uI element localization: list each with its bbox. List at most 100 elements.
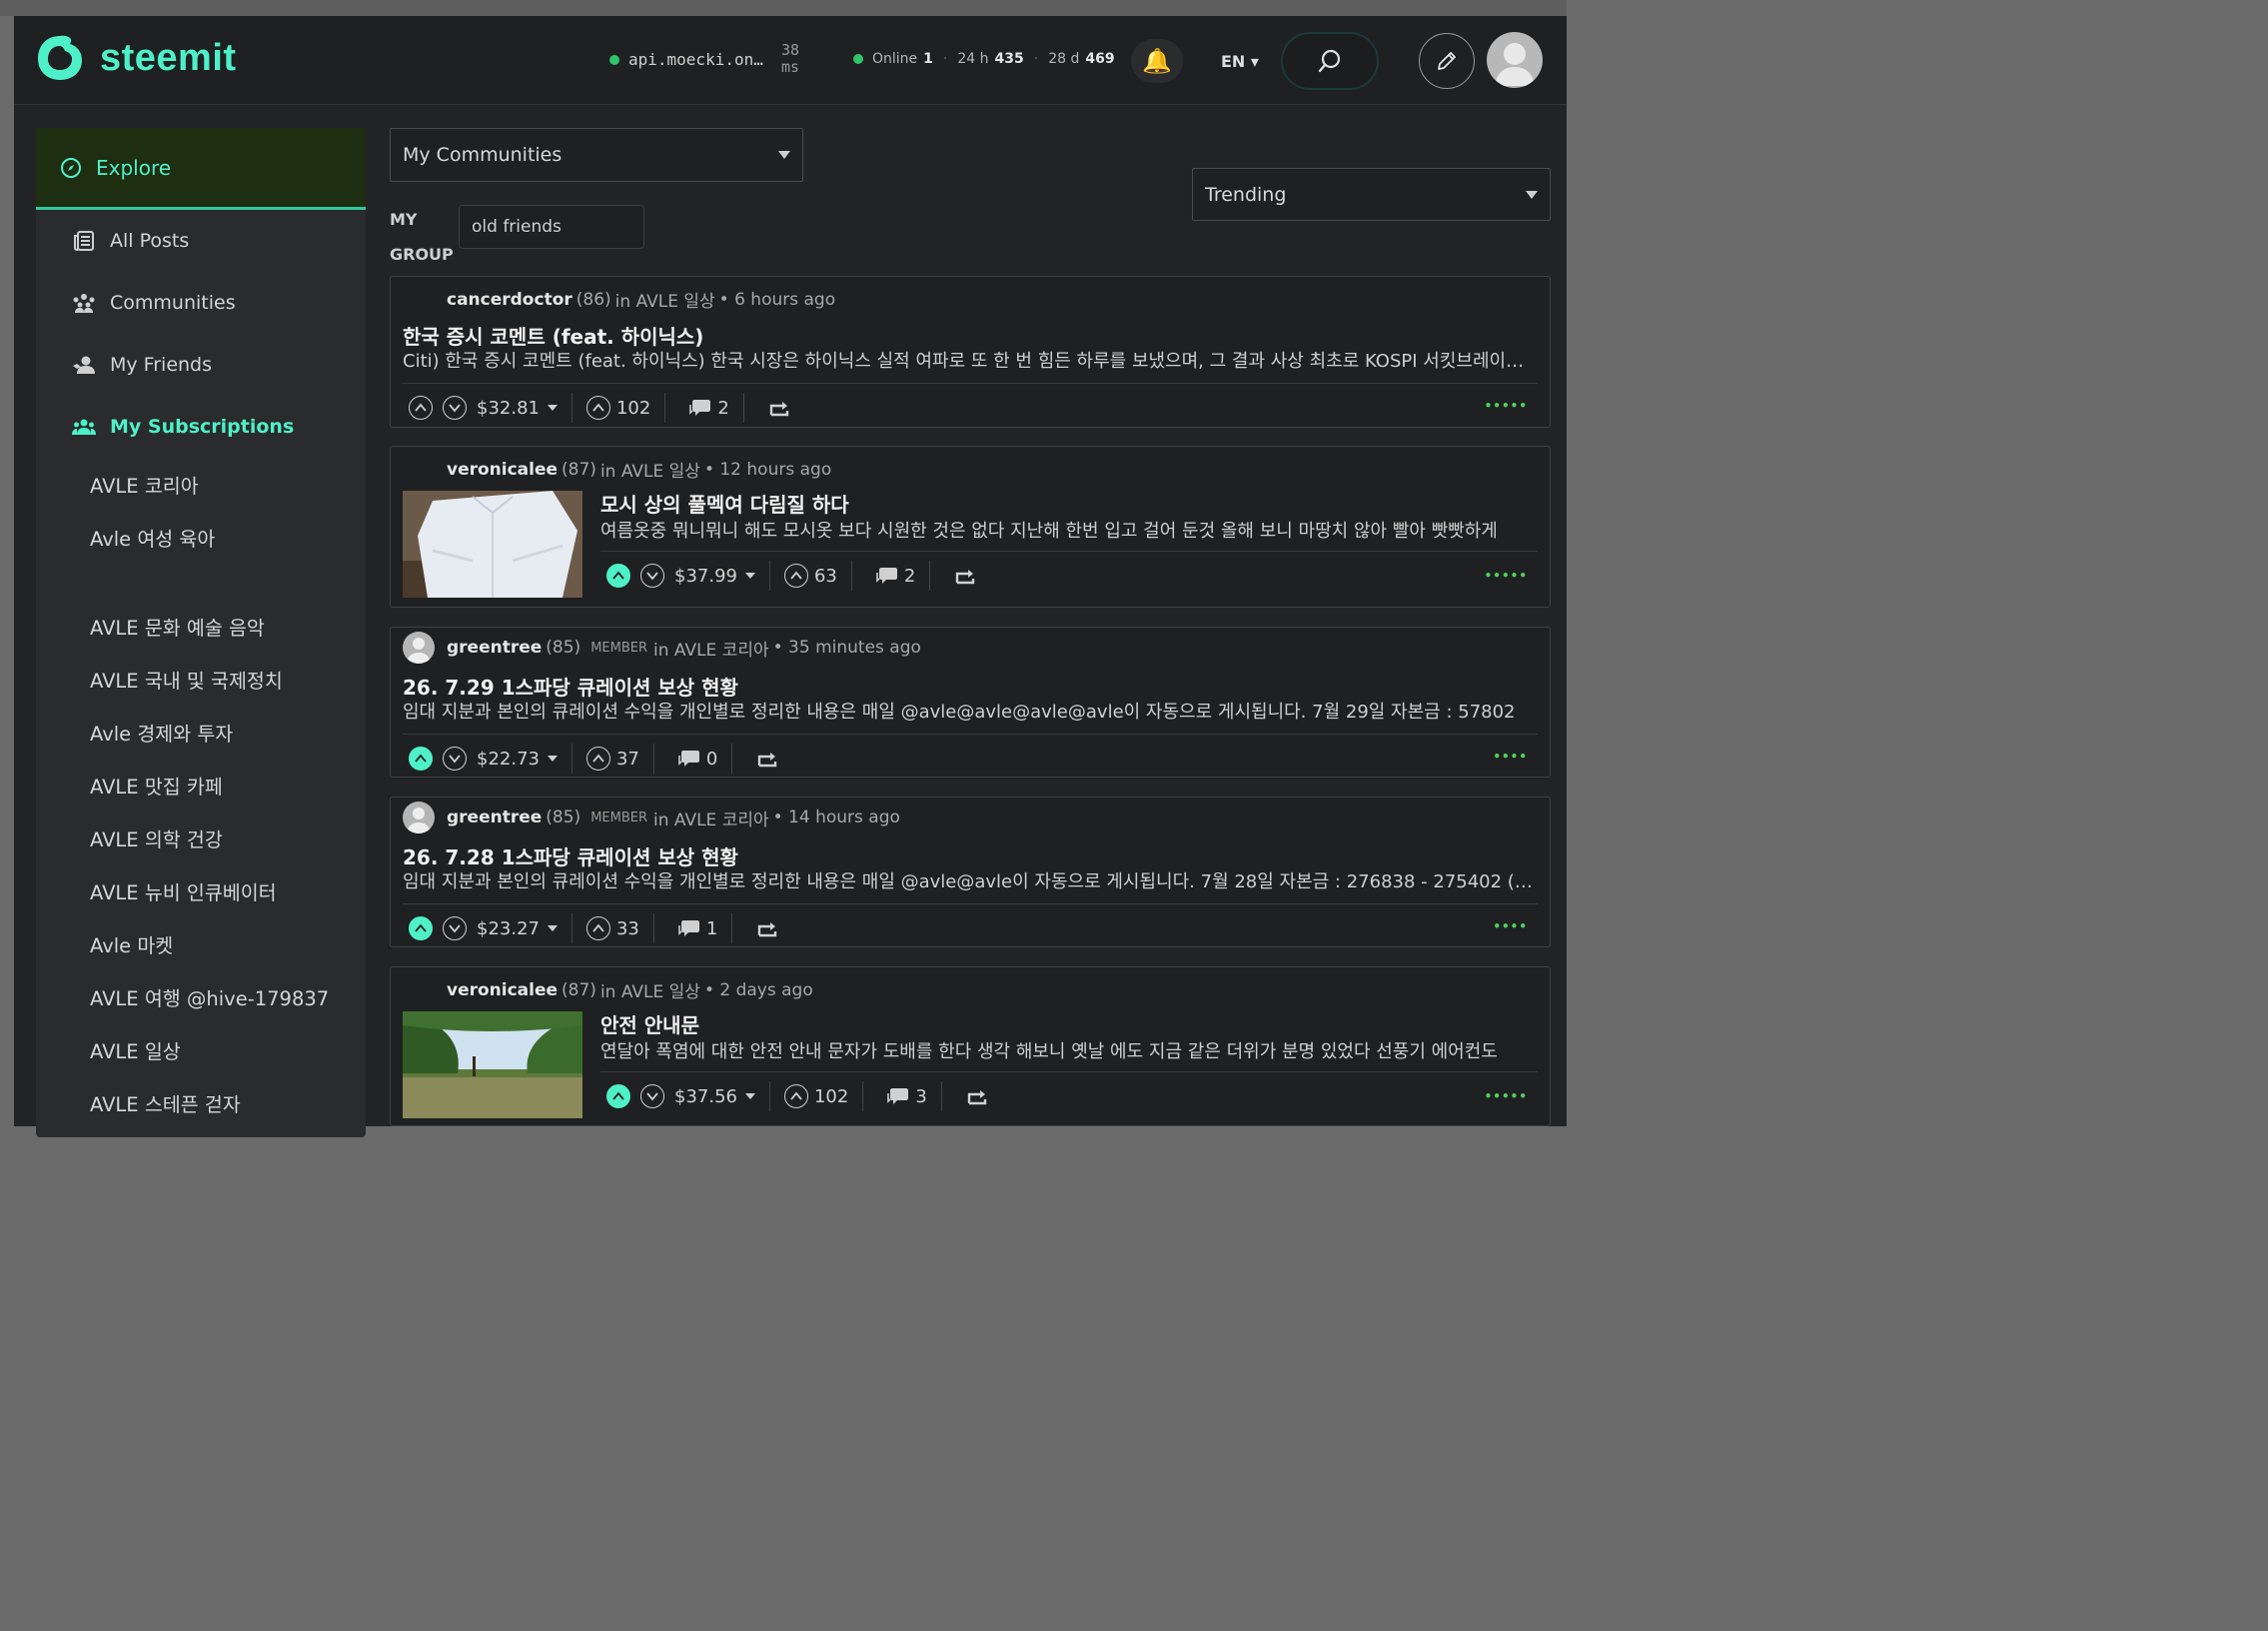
sidebar-item-all-posts[interactable]: All Posts <box>36 210 366 272</box>
post-card[interactable]: cancerdoctor (86) in AVLE 일상 • 6 hours ago 한… <box>390 276 1551 428</box>
user-avatar[interactable] <box>1487 32 1543 88</box>
post-thumbnail[interactable] <box>403 1011 582 1118</box>
api-node-status[interactable]: api.moecki.on… <box>609 50 763 69</box>
post-excerpt[interactable]: 임대 지분과 본인의 큐레이션 수익을 개인별로 정리한 내용은 매일 @avl… <box>403 867 1538 893</box>
downvote-button[interactable] <box>443 747 467 771</box>
notifications-button[interactable]: 🔔 <box>1131 39 1183 83</box>
sidebar-subscription-item[interactable]: AVLE 의학 건강 <box>36 812 366 864</box>
comment-count[interactable]: 2 <box>717 398 728 419</box>
payout-value[interactable]: $37.56 <box>674 1086 737 1107</box>
payout-value[interactable]: $32.81 <box>477 398 540 419</box>
post-card[interactable]: greentree (85) MEMBER in AVLE 코리아 • 35 minut… <box>390 627 1551 778</box>
post-title[interactable]: 한국 증시 코멘트 (feat. 하이닉스) <box>403 321 703 350</box>
comment-icon[interactable] <box>876 566 898 586</box>
payout-dropdown-icon[interactable] <box>547 756 558 762</box>
post-author[interactable]: greentree <box>447 808 542 827</box>
sidebar-subscription-item[interactable]: AVLE 국내 및 국제정치 <box>36 653 366 706</box>
post-author[interactable]: cancerdoctor <box>447 290 572 310</box>
comment-icon[interactable] <box>678 918 700 938</box>
payout-dropdown-icon[interactable] <box>547 405 558 411</box>
reblog-icon[interactable] <box>768 399 790 417</box>
more-options-icon[interactable]: ••••• <box>1485 399 1528 413</box>
more-options-icon[interactable]: ••••• <box>1485 569 1528 583</box>
downvote-button[interactable] <box>640 1084 664 1108</box>
downvote-button[interactable] <box>640 564 664 588</box>
sidebar-subscription-item[interactable]: AVLE 스테픈 걷자 <box>36 1076 366 1129</box>
community-select[interactable]: My Communities <box>390 128 803 182</box>
vote-count[interactable]: 63 <box>814 566 837 587</box>
post-title[interactable]: 모시 상의 풀멕여 다림질 하다 <box>600 489 849 518</box>
post-card[interactable]: greentree (85) MEMBER in AVLE 코리아 • 14 hours… <box>390 797 1551 947</box>
comment-count[interactable]: 3 <box>915 1086 926 1107</box>
post-excerpt[interactable]: 여름옷중 뭐니뭐니 해도 모시옷 보다 시원한 것은 없다 지난해 한번 입고 … <box>600 517 1538 543</box>
payout-dropdown-icon[interactable] <box>744 573 755 579</box>
reblog-icon[interactable] <box>954 567 976 585</box>
more-options-icon[interactable]: •••• <box>1493 750 1528 764</box>
post-thumbnail[interactable] <box>403 491 582 598</box>
payout-value[interactable]: $23.27 <box>477 918 540 939</box>
upvote-button[interactable] <box>606 1084 630 1108</box>
post-excerpt[interactable]: 연달아 폭염에 대한 안전 안내 문자가 도배를 한다 생각 해보니 옛날 에도… <box>600 1037 1538 1063</box>
sidebar-subscription-item[interactable]: AVLE 코리아 <box>36 458 366 511</box>
search-button[interactable] <box>1281 32 1379 90</box>
upvote-button[interactable] <box>409 747 433 771</box>
post-community[interactable]: in AVLE 코리아 <box>653 636 769 661</box>
sort-select[interactable]: Trending <box>1192 168 1551 221</box>
downvote-button[interactable] <box>443 396 467 420</box>
reblog-icon[interactable] <box>756 919 778 937</box>
more-options-icon[interactable]: ••••• <box>1485 1089 1528 1103</box>
post-community[interactable]: in AVLE 일상 <box>600 457 700 482</box>
reblog-icon[interactable] <box>966 1087 988 1105</box>
comment-count[interactable]: 2 <box>904 566 915 587</box>
sidebar-explore[interactable]: Explore <box>36 128 366 210</box>
post-author[interactable]: greentree <box>447 638 542 658</box>
sidebar-subscription-item[interactable]: Avle 마켓 <box>36 917 366 970</box>
sidebar-item-my-subscriptions[interactable]: My Subscriptions <box>36 396 366 458</box>
post-community[interactable]: in AVLE 일상 <box>600 977 700 1002</box>
sidebar-subscription-item[interactable]: Avle 경제와 투자 <box>36 706 366 759</box>
sidebar-subscription-item[interactable]: AVLE 뉴비 인큐베이터 <box>36 864 366 917</box>
reblog-icon[interactable] <box>756 750 778 768</box>
sidebar-subscription-item[interactable]: Avle 여성 육아 <box>36 511 366 564</box>
upvote-button[interactable] <box>409 396 433 420</box>
vote-count[interactable]: 37 <box>616 749 639 770</box>
post-title[interactable]: 안전 안내문 <box>600 1009 699 1038</box>
upvote-button[interactable] <box>606 564 630 588</box>
sidebar-subscription-item[interactable]: AVLE 맛집 카페 <box>36 759 366 812</box>
post-title[interactable]: 26. 7.29 1스파당 큐레이션 보상 현황 <box>403 672 738 701</box>
author-avatar[interactable] <box>403 632 435 664</box>
payout-value[interactable]: $22.73 <box>477 749 540 770</box>
post-card[interactable]: veronicalee (87) in AVLE 일상 • 2 days ago 안전 … <box>390 966 1551 1126</box>
logo[interactable]: steemit <box>34 32 237 84</box>
author-avatar[interactable] <box>403 802 435 833</box>
post-author[interactable]: veronicalee <box>447 460 558 480</box>
comment-icon[interactable] <box>887 1086 909 1106</box>
new-post-button[interactable] <box>1419 33 1475 89</box>
sidebar-item-my-friends[interactable]: My Friends <box>36 334 366 396</box>
post-excerpt[interactable]: 임대 지분과 본인의 큐레이션 수익을 개인별로 정리한 내용은 매일 @avl… <box>403 698 1538 724</box>
comment-count[interactable]: 0 <box>706 749 717 770</box>
group-input[interactable]: old friends <box>459 205 644 249</box>
comment-icon[interactable] <box>689 398 711 418</box>
post-title[interactable]: 26. 7.28 1스파당 큐레이션 보상 현황 <box>403 841 738 870</box>
vote-count[interactable]: 33 <box>616 918 639 939</box>
post-community[interactable]: in AVLE 코리아 <box>653 806 769 830</box>
vote-count[interactable]: 102 <box>616 398 650 419</box>
language-select[interactable]: EN ▾ <box>1221 52 1259 71</box>
sidebar-subscription-item[interactable]: AVLE 문화 예술 음악 <box>36 600 366 653</box>
more-options-icon[interactable]: •••• <box>1493 919 1528 933</box>
sidebar-item-communities[interactable]: Communities <box>36 272 366 334</box>
post-author[interactable]: veronicalee <box>447 980 558 1000</box>
sidebar-subscription-item[interactable]: AVLE 여행 @hive-179837 <box>36 970 366 1023</box>
sidebar-subscription-item[interactable]: AVLE 일상 <box>36 1023 366 1076</box>
payout-dropdown-icon[interactable] <box>547 925 558 931</box>
post-community[interactable]: in AVLE 일상 <box>615 287 715 312</box>
downvote-button[interactable] <box>443 916 467 940</box>
payout-dropdown-icon[interactable] <box>744 1093 755 1099</box>
upvote-button[interactable] <box>409 916 433 940</box>
post-card[interactable]: veronicalee (87) in AVLE 일상 • 12 hours ago 모… <box>390 446 1551 608</box>
post-excerpt[interactable]: Citi) 한국 증시 코멘트 (feat. 하이닉스) 한국 시장은 하이닉스… <box>403 347 1538 373</box>
payout-value[interactable]: $37.99 <box>674 566 737 587</box>
vote-count[interactable]: 102 <box>814 1086 848 1107</box>
comment-count[interactable]: 1 <box>706 918 717 939</box>
